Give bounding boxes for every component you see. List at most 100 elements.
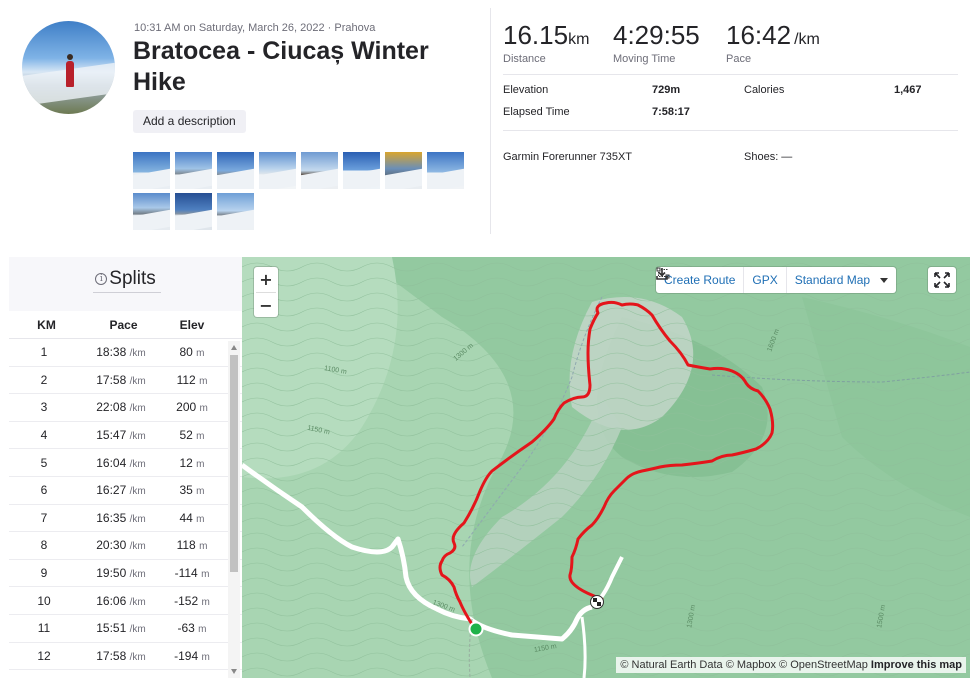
split-km: 3 (40, 400, 48, 415)
distance-stat: 16.15km (503, 20, 589, 51)
km-header: KM (37, 317, 56, 332)
distance-value: 16.15 (503, 20, 569, 50)
split-pace-unit: /km (129, 596, 146, 608)
split-pace-value: 15:47 (96, 428, 127, 443)
split-elev-value: 12 (179, 455, 193, 470)
start-marker[interactable] (468, 621, 484, 637)
split-elev: 52 m (163, 428, 221, 442)
map-style-label: Standard Map (794, 273, 871, 287)
fullscreen-button[interactable] (928, 267, 956, 293)
distance-unit: km (568, 31, 590, 48)
split-elev-unit: m (196, 431, 205, 443)
split-pace-unit: /km (129, 348, 146, 360)
split-pace-unit: /km (129, 513, 146, 525)
splits-title-underline (93, 292, 161, 293)
split-km: 4 (40, 428, 48, 443)
split-pace-unit: /km (129, 569, 146, 581)
scroll-down-arrow-icon[interactable] (231, 669, 237, 674)
stats-divider-2 (503, 130, 958, 131)
split-pace-unit: /km (129, 403, 146, 415)
split-elev-value: -194 (174, 648, 199, 663)
split-pace-unit: /km (129, 486, 146, 498)
split-elev: -152 m (163, 594, 221, 608)
split-elev-value: -152 (174, 593, 199, 608)
split-elev-unit: m (199, 541, 208, 553)
map-style-dropdown[interactable]: Standard Map (787, 267, 896, 293)
photo-thumbnail[interactable] (385, 152, 422, 189)
route-map[interactable]: 1300 m 1100 m 1150 m 1600 m 1300 m 1150 … (242, 257, 970, 678)
pace-value: 16:42 (726, 20, 792, 50)
athlete-avatar[interactable] (22, 21, 115, 114)
split-pace-unit: /km (129, 541, 146, 553)
elapsed-time-label: Elapsed Time (503, 106, 570, 118)
splits-panel: i Splits KM Pace Elev 1 18:38 /km 80 m 2 17:5… (9, 257, 242, 678)
photo-thumbnail[interactable] (343, 152, 380, 189)
split-pace: 19:50 /km (79, 566, 163, 580)
split-row: 2 17:58 /km 112 m (9, 367, 242, 395)
split-elev-value: 118 (176, 538, 196, 553)
add-description-button[interactable]: Add a description (133, 110, 246, 133)
split-elev-unit: m (199, 403, 208, 415)
create-route-button[interactable]: Create Route (656, 267, 745, 293)
split-row: 5 16:04 /km 12 m (9, 449, 242, 477)
photo-thumbnail[interactable] (301, 152, 338, 189)
scroll-up-arrow-icon[interactable] (231, 345, 237, 350)
split-elev-unit: m (201, 651, 210, 663)
photo-thumbnail[interactable] (217, 193, 254, 230)
split-elev: 44 m (163, 511, 221, 525)
split-km: 10 (37, 593, 51, 608)
shoes-info: Shoes: — (744, 151, 793, 163)
zoom-in-button[interactable]: + (254, 267, 278, 292)
split-elev-value: 80 (179, 345, 193, 360)
split-row: 4 15:47 /km 52 m (9, 422, 242, 450)
photo-thumbnail[interactable] (259, 152, 296, 189)
split-row: 1 18:38 /km 80 m (9, 339, 242, 367)
photo-thumbnail[interactable] (175, 193, 212, 230)
splits-title: i Splits (9, 268, 242, 290)
gpx-download-button[interactable]: GPX (656, 267, 787, 293)
split-elev-unit: m (196, 348, 205, 360)
info-icon[interactable]: i (95, 273, 108, 285)
activity-title: Bratocea - Ciucaș Winter Hike (133, 37, 429, 96)
split-pace-value: 15:51 (96, 621, 127, 636)
split-pace-unit: /km (129, 375, 146, 387)
split-pace-value: 18:38 (96, 345, 127, 360)
split-elev-value: 200 (176, 400, 197, 415)
attribution-text[interactable]: © Natural Earth Data © Mapbox © OpenStre… (620, 659, 867, 671)
split-elev-value: 35 (179, 483, 193, 498)
split-row: 8 20:30 /km 118 m (9, 532, 242, 560)
photo-thumbnail[interactable] (427, 152, 464, 189)
splits-rows: 1 18:38 /km 80 m 2 17:58 /km 112 m 3 22:08 /km 2… (9, 339, 242, 671)
pace-header: Pace (109, 317, 138, 332)
gpx-label: GPX (752, 273, 778, 287)
split-km: 8 (40, 538, 48, 553)
finish-marker[interactable] (590, 595, 604, 609)
split-elev-unit: m (201, 596, 210, 608)
split-pace: 17:58 /km (79, 373, 163, 387)
photo-thumbnail[interactable] (133, 152, 170, 189)
stats-divider (503, 74, 958, 75)
split-km: 7 (40, 510, 48, 525)
split-pace: 22:08 /km (79, 400, 163, 414)
split-pace-unit: /km (129, 651, 146, 663)
photo-thumbnail[interactable] (175, 152, 212, 189)
split-km: 12 (37, 648, 51, 663)
split-row: 11 15:51 /km -63 m (9, 615, 242, 643)
split-pace-value: 17:58 (96, 648, 127, 663)
split-pace-value: 19:50 (96, 566, 127, 581)
photo-thumbnail[interactable] (217, 152, 254, 189)
activity-meta: 10:31 AM on Saturday, March 26, 2022 · P… (134, 22, 376, 34)
split-elev-value: 44 (179, 510, 193, 525)
pace-stat: 16:42/km (726, 20, 820, 51)
split-elev: 200 m (163, 400, 221, 414)
photo-thumbnail[interactable] (133, 193, 170, 230)
scroll-thumb[interactable] (230, 355, 238, 572)
zoom-out-button[interactable]: − (254, 293, 278, 318)
split-pace-value: 16:06 (96, 593, 127, 608)
split-elev-value: -63 (177, 621, 195, 636)
improve-map-link[interactable]: Improve this map (871, 659, 962, 671)
splits-scrollbar[interactable] (228, 341, 240, 678)
split-elev: 118 m (163, 538, 221, 552)
split-km: 9 (40, 566, 48, 581)
distance-label: Distance (503, 53, 546, 65)
